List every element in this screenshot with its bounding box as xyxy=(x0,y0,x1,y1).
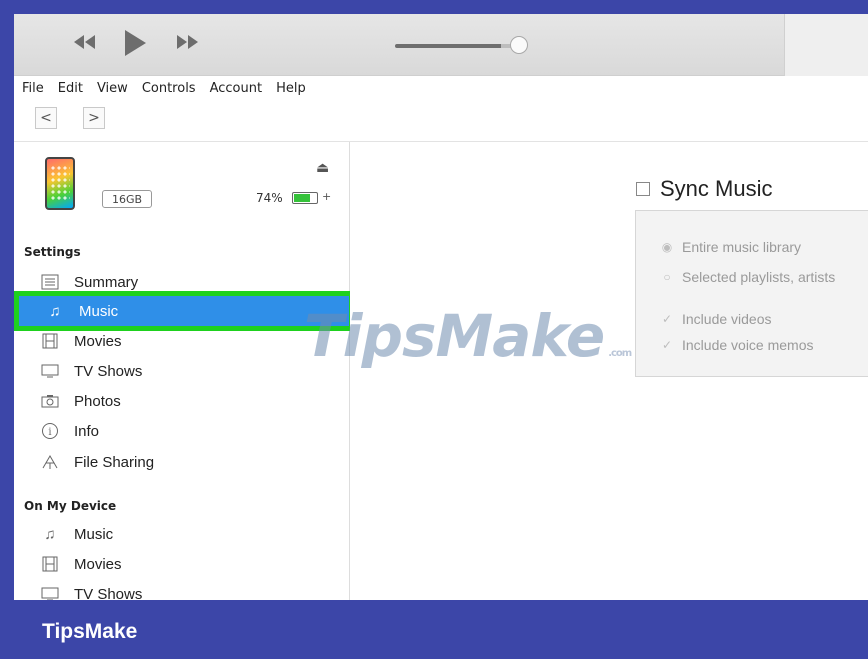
sidebar-item-label: TV Shows xyxy=(74,585,143,601)
fast-forward-button[interactable] xyxy=(174,32,200,56)
radio-icon: ○ xyxy=(663,270,671,284)
checkmark-icon: ✓ xyxy=(661,338,673,352)
eject-icon[interactable]: ⏏ xyxy=(316,160,329,176)
sidebar-item-label: TV Shows xyxy=(74,362,143,380)
music-note-icon: ♫ xyxy=(49,302,61,320)
fast-forward-icon xyxy=(177,35,198,49)
sidebar-item-label: Info xyxy=(74,422,100,440)
volume-knob[interactable] xyxy=(510,36,528,54)
brand-footer: TipsMake xyxy=(0,600,868,659)
rewind-icon xyxy=(74,35,95,49)
option-entire-library[interactable]: ◉ Entire music library xyxy=(660,239,801,255)
sidebar-item-file-sharing[interactable]: File Sharing xyxy=(14,447,350,477)
menu-account[interactable]: Account xyxy=(210,81,263,96)
sidebar-item-label: Movies xyxy=(74,555,122,573)
info-icon: i xyxy=(40,421,60,441)
sidebar-item-label: File Sharing xyxy=(74,453,155,471)
svg-text:i: i xyxy=(48,427,51,438)
back-button[interactable]: < xyxy=(35,107,57,129)
summary-icon xyxy=(40,272,60,292)
menu-help[interactable]: Help xyxy=(276,81,306,96)
sidebar-item-info[interactable]: i Info xyxy=(14,416,350,446)
sidebar-item-label: Movies xyxy=(74,332,122,350)
device-item-tv-shows[interactable]: TV Shows xyxy=(14,579,350,600)
device-item-music[interactable]: ♫ Music xyxy=(14,519,350,549)
navigation-row: < > xyxy=(14,100,868,142)
forward-button[interactable]: > xyxy=(83,107,105,129)
watermark-text: TipsMake xyxy=(304,302,605,370)
sidebar-item-movies[interactable]: Movies xyxy=(14,326,350,356)
sidebar-item-label: Photos xyxy=(74,392,121,410)
device-thumbnail xyxy=(45,157,75,210)
sync-music-row[interactable]: Sync Music xyxy=(636,176,772,202)
itunes-window: File Edit View Controls Account Help < >… xyxy=(14,14,868,600)
menu-bar: File Edit View Controls Account Help xyxy=(14,76,868,100)
play-icon xyxy=(125,30,146,56)
option-selected-playlists[interactable]: ○ Selected playlists, artists xyxy=(660,269,835,285)
sidebar-item-label: Music xyxy=(74,525,114,543)
sidebar: 16GB ⏏ 74% + Settings Summary ♫ Music Mo… xyxy=(14,142,354,600)
sidebar-item-tv-shows[interactable]: TV Shows xyxy=(14,356,350,386)
menu-controls[interactable]: Controls xyxy=(142,81,196,96)
sidebar-item-photos[interactable]: Photos xyxy=(14,386,350,416)
rewind-button[interactable] xyxy=(72,32,98,56)
sidebar-item-label: Music xyxy=(79,302,119,320)
camera-icon xyxy=(40,391,60,411)
capacity-badge: 16GB xyxy=(102,190,152,208)
device-item-movies[interactable]: Movies xyxy=(14,549,350,579)
watermark: TipsMake .com xyxy=(304,302,632,370)
sidebar-item-music[interactable]: ♫ Music xyxy=(14,291,354,331)
option-include-voice-memos[interactable]: ✓ Include voice memos xyxy=(660,337,814,353)
film-icon xyxy=(40,331,60,351)
battery-percent: 74% xyxy=(256,191,283,205)
option-label: Entire music library xyxy=(682,239,802,255)
radio-icon: ◉ xyxy=(661,240,673,254)
tv-icon xyxy=(40,584,60,600)
now-playing-panel xyxy=(784,14,868,76)
sync-options-box: ◉ Entire music library ○ Selected playli… xyxy=(635,210,868,377)
music-note-icon: ♫ xyxy=(44,525,56,543)
menu-edit[interactable]: Edit xyxy=(58,81,83,96)
sidebar-item-summary[interactable]: Summary xyxy=(14,267,350,297)
volume-slider[interactable] xyxy=(395,44,520,48)
settings-heading: Settings xyxy=(24,245,81,259)
play-button[interactable] xyxy=(122,28,148,62)
watermark-suffix: .com xyxy=(608,348,632,359)
menu-file[interactable]: File xyxy=(22,81,44,96)
sync-music-label: Sync Music xyxy=(660,176,773,201)
sidebar-item-label: Summary xyxy=(74,273,139,291)
battery-icon xyxy=(292,192,318,204)
option-include-videos[interactable]: ✓ Include videos xyxy=(660,311,772,327)
option-label: Include voice memos xyxy=(682,337,814,353)
on-my-device-heading: On My Device xyxy=(24,499,117,513)
checkmark-icon: ✓ xyxy=(661,312,673,326)
option-label: Selected playlists, artists xyxy=(682,269,836,285)
file-sharing-icon xyxy=(40,452,60,472)
main-pane: Sync Music ◉ Entire music library ○ Sele… xyxy=(350,142,868,600)
menu-view[interactable]: View xyxy=(97,81,128,96)
tv-icon xyxy=(40,361,60,381)
transport-bar xyxy=(14,14,868,76)
charging-icon: + xyxy=(322,190,332,203)
film-icon xyxy=(40,554,60,574)
option-label: Include videos xyxy=(682,311,772,327)
sync-music-checkbox[interactable] xyxy=(636,182,650,196)
footer-brand: TipsMake xyxy=(42,620,138,643)
